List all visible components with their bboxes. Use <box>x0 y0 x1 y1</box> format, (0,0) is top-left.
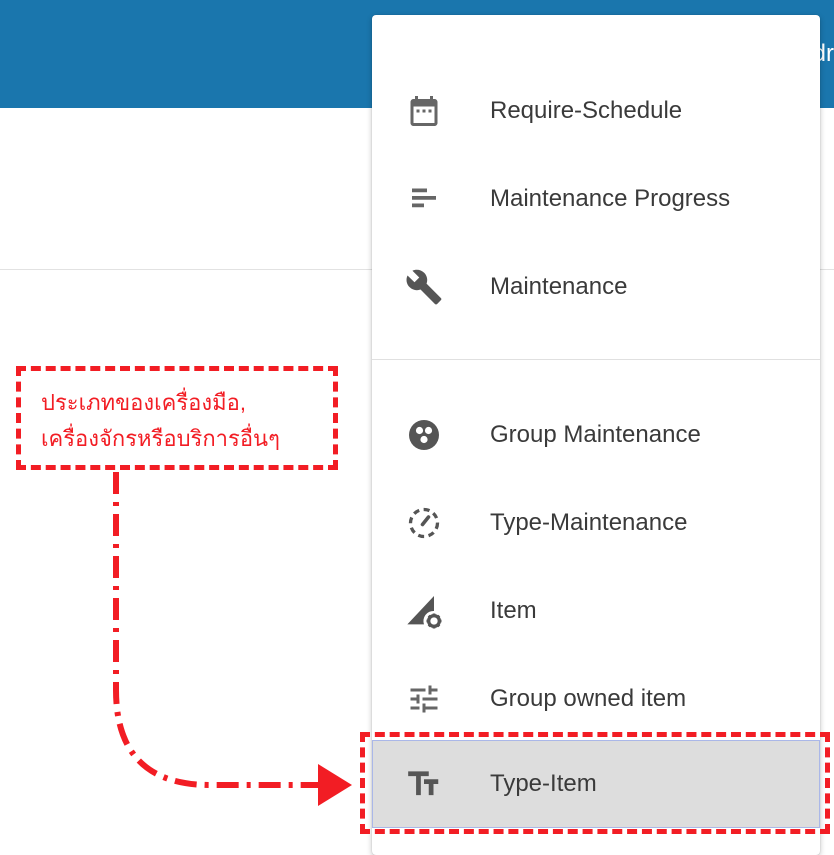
menu-item-group-maintenance[interactable]: Group Maintenance <box>372 391 820 479</box>
menu-item-label: Item <box>490 597 537 624</box>
bar-list-icon <box>402 177 446 221</box>
menu-item-type-item[interactable]: Type-Item <box>372 740 820 828</box>
menu-item-maintenance[interactable]: Maintenance <box>372 243 820 331</box>
menu-item-label: Require-Schedule <box>490 97 683 124</box>
wrench-icon <box>402 265 446 309</box>
menu-item-require-schedule[interactable]: Require-Schedule <box>372 67 820 155</box>
menu-item-item[interactable]: Item <box>372 567 820 655</box>
menu-item-label: Group Maintenance <box>490 421 701 448</box>
menu-item-label: Maintenance Progress <box>490 185 731 212</box>
menu-item-group-owned-item[interactable]: Group owned item <box>372 655 820 743</box>
text-size-icon <box>402 762 446 806</box>
annotation-line-1: ประเภทของเครื่องมือ, <box>41 390 246 415</box>
menu-divider <box>372 359 820 360</box>
dashed-gauge-icon <box>402 501 446 545</box>
annotation-text: ประเภทของเครื่องมือ, เครื่องจักรหรือบริก… <box>41 385 280 457</box>
menu-item-label: Maintenance <box>490 273 628 300</box>
annotation-line-2: เครื่องจักรหรือบริการอื่นๆ <box>41 426 280 451</box>
group-circle-icon <box>402 413 446 457</box>
menu-item-type-maintenance[interactable]: Type-Maintenance <box>372 479 820 567</box>
menu-item-label: Group owned item <box>490 685 687 712</box>
dropdown-menu: Require-Schedule Maintenance Progress Ma… <box>372 15 820 855</box>
menu-item-maintenance-progress[interactable]: Maintenance Progress <box>372 155 820 243</box>
menu-item-label: Type-Maintenance <box>490 509 688 536</box>
sliders-icon <box>402 677 446 721</box>
menu-item-label: Type-Item <box>490 770 597 797</box>
calendar-icon <box>402 89 446 133</box>
annotation-callout: ประเภทของเครื่องมือ, เครื่องจักรหรือบริก… <box>16 366 338 470</box>
triangle-gear-icon <box>402 589 446 633</box>
